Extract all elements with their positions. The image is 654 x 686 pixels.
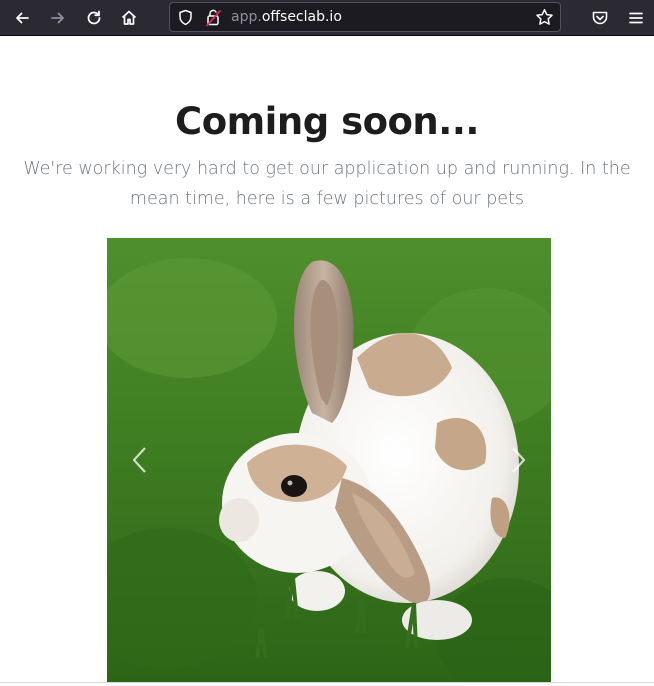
url-subdomain: app. — [231, 9, 262, 25]
forward-button[interactable] — [44, 4, 72, 32]
pet-carousel[interactable] — [107, 238, 551, 682]
reload-icon — [87, 10, 101, 25]
menu-button[interactable] — [622, 4, 650, 32]
carousel-prev-button[interactable] — [107, 238, 173, 682]
arrow-left-icon — [16, 12, 29, 24]
url-text[interactable]: app.offseclab.io — [231, 8, 342, 27]
home-icon — [121, 10, 137, 25]
back-button[interactable] — [8, 4, 36, 32]
page-bottom-divider — [0, 682, 654, 683]
page-title: Coming soon... — [175, 100, 479, 143]
home-button[interactable] — [115, 4, 143, 32]
pocket-button[interactable] — [586, 4, 614, 32]
chevron-right-icon — [512, 447, 526, 473]
star-icon[interactable] — [535, 8, 554, 27]
pocket-icon — [592, 11, 608, 25]
hamburger-menu-icon — [629, 12, 643, 24]
reload-button[interactable] — [80, 4, 108, 32]
arrow-right-icon — [51, 12, 64, 24]
url-domain: offseclab.io — [261, 9, 342, 25]
insecure-lock-icon[interactable] — [205, 8, 222, 27]
shield-icon[interactable] — [177, 9, 194, 26]
url-bar[interactable]: app.offseclab.io — [169, 2, 561, 32]
browser-toolbar: app.offseclab.io — [0, 0, 654, 36]
chevron-left-icon — [132, 447, 146, 473]
carousel-next-button[interactable] — [485, 238, 551, 682]
intro-text: We're working very hard to get our appli… — [23, 159, 631, 209]
